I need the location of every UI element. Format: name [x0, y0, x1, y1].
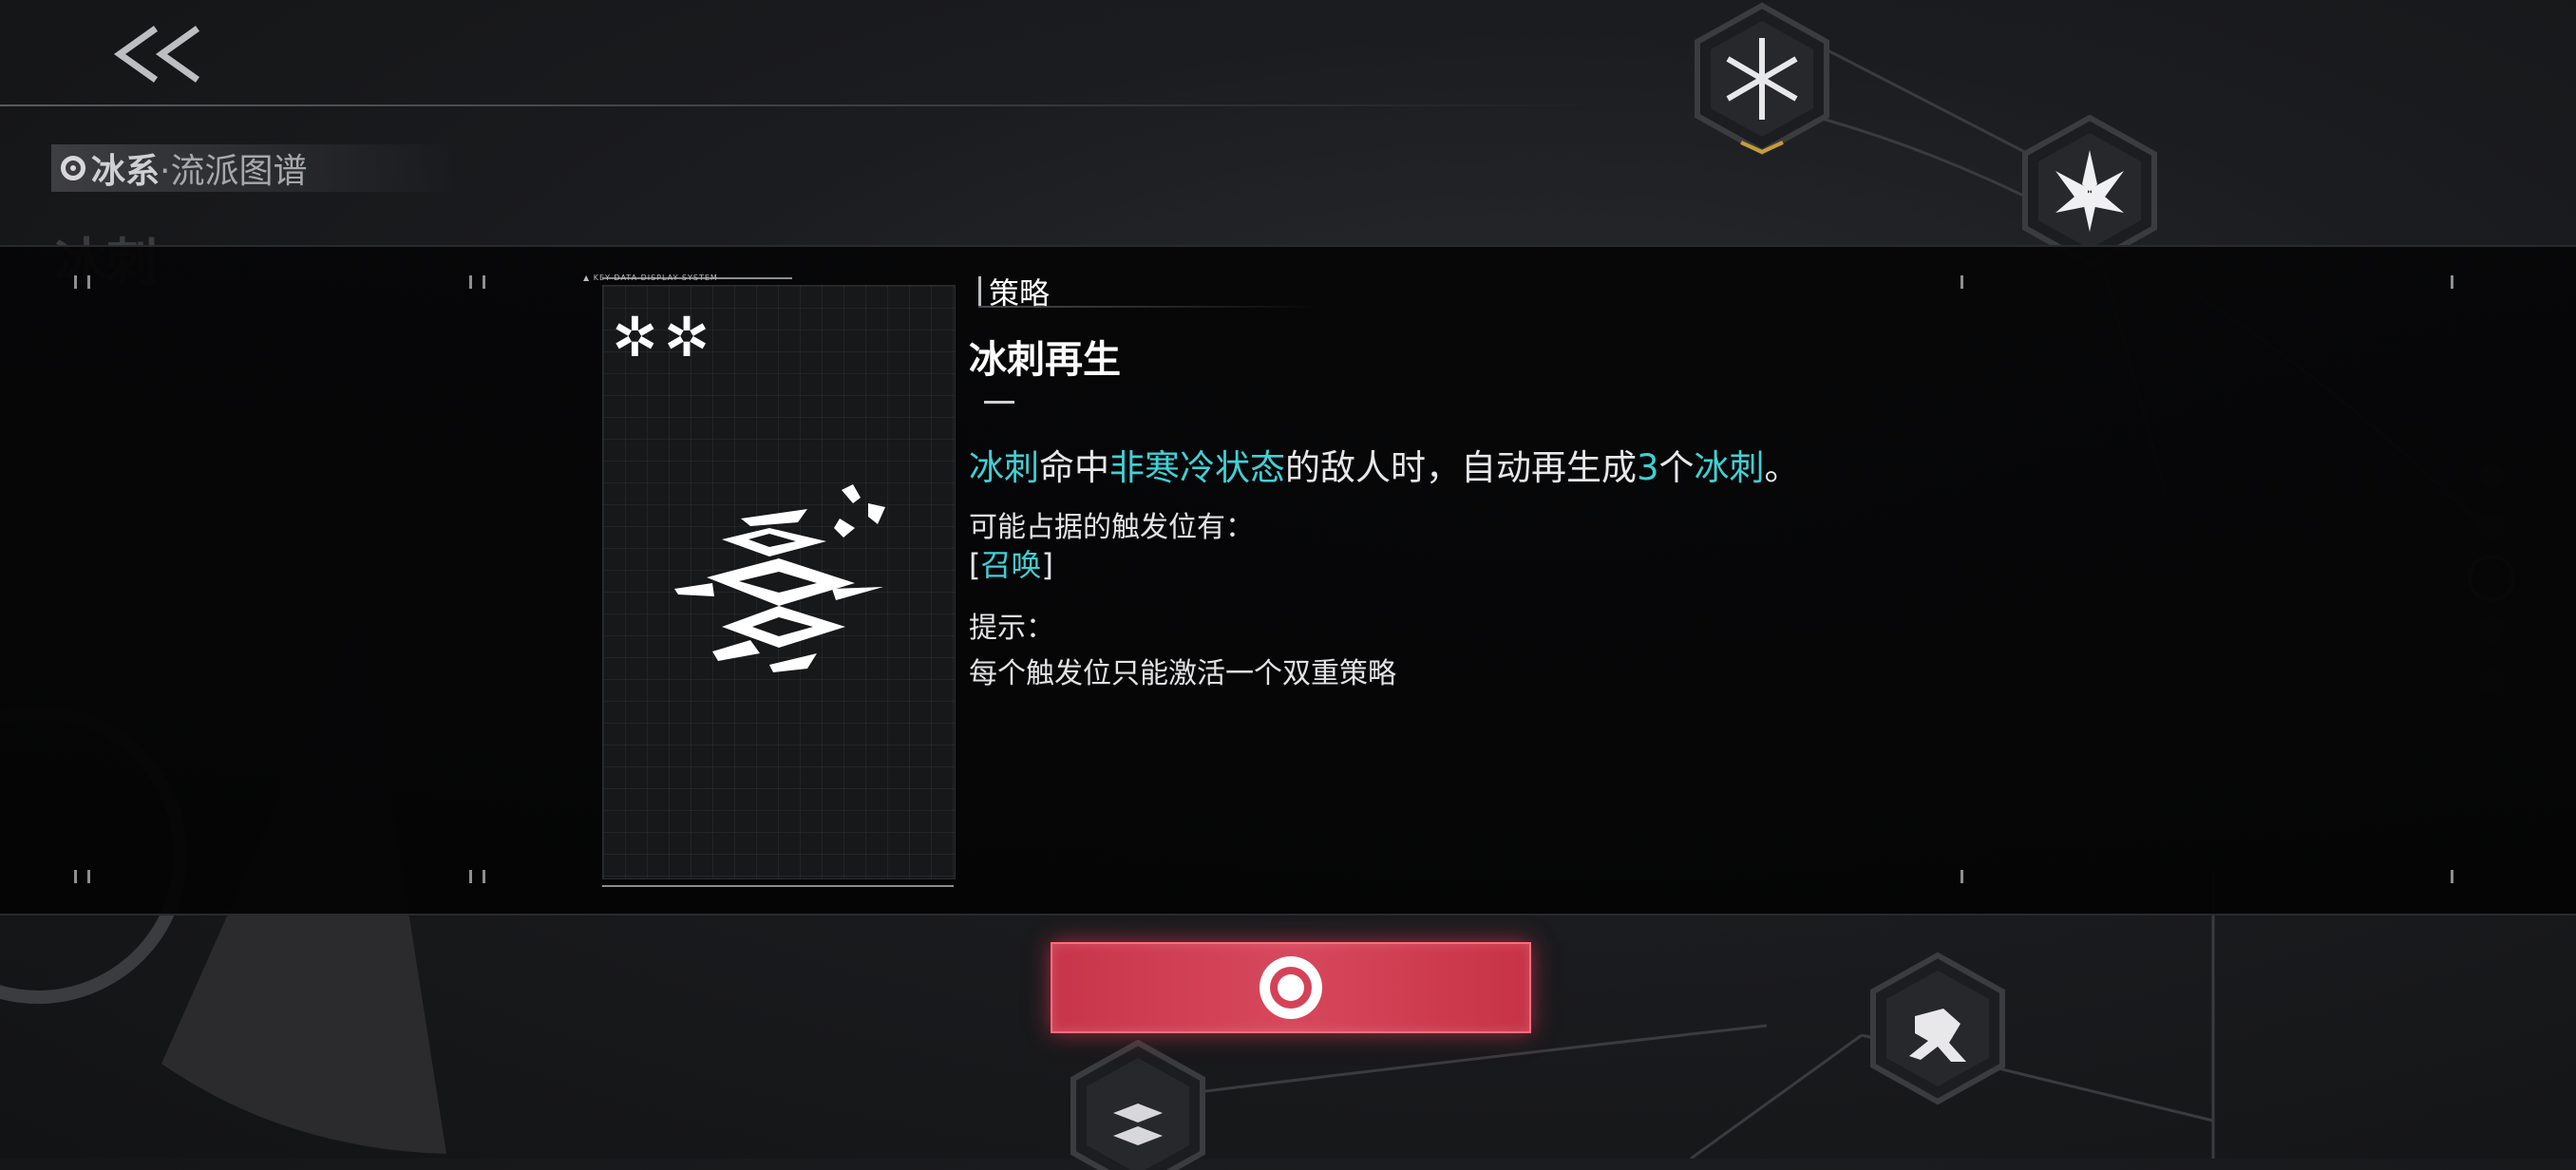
- desc-keyword: 非寒冷状态: [1109, 447, 1285, 488]
- section-underline: [978, 306, 1320, 308]
- ice-spike-regenerate-icon: [674, 484, 885, 672]
- panel-tick: [87, 870, 90, 883]
- strategy-description: 冰刺命中非寒冷状态的敌人时，自动再生成3个冰刺。: [969, 439, 1800, 490]
- trigger-bracket: ]: [1041, 547, 1053, 583]
- panel-tick: [2451, 275, 2453, 289]
- desc-keyword: 冰刺: [969, 447, 1039, 488]
- strategy-detail-panel: [0, 245, 2576, 915]
- strategy-name: 冰刺再生: [969, 338, 1121, 382]
- desc-text: 个: [1658, 447, 1695, 488]
- panel-tick: [74, 275, 77, 289]
- trigger-value: 召唤: [980, 547, 1042, 583]
- school-title-bar: 冰系 ·流派图谱: [51, 144, 460, 192]
- target-ring-icon: [1260, 956, 1322, 1019]
- hint-text: 每个触发位只能激活一个双重策略: [969, 657, 1396, 690]
- trigger-slot: [召唤]: [969, 541, 1053, 585]
- trigger-label: 可能占据的触发位有：: [969, 511, 1254, 544]
- card-caption: KEY DATA DISPLAY SYSTEM: [583, 274, 718, 282]
- panel-tick: [469, 275, 472, 289]
- panel-tick: [1960, 275, 1963, 289]
- panel-tick: [74, 870, 77, 883]
- title-dash: [984, 401, 1014, 404]
- panel-tick: [1960, 870, 1963, 883]
- snowflake-node-icon[interactable]: [1686, 0, 1838, 161]
- desc-text: 命中: [1039, 447, 1109, 488]
- card-bottom-line: [602, 885, 954, 887]
- back-button[interactable]: [106, 21, 211, 87]
- panel-tick: [483, 870, 485, 883]
- trigger-bracket: [: [969, 547, 981, 583]
- school-ring-icon: [61, 156, 85, 180]
- panel-tick: [469, 870, 472, 883]
- panel-tick: [2451, 870, 2453, 883]
- confirm-button[interactable]: [1051, 942, 1531, 1033]
- desc-number: 3: [1637, 447, 1659, 488]
- dash-node-icon[interactable]: [1862, 950, 2014, 1111]
- desc-text: 。: [1764, 447, 1800, 488]
- school-name: 冰系: [91, 152, 161, 191]
- school-subtitle: ·流派图谱: [160, 152, 308, 191]
- header-divider: [0, 104, 1615, 106]
- desc-keyword: 冰刺: [1694, 447, 1765, 488]
- hint-label: 提示：: [969, 612, 1054, 645]
- ice-node-icon[interactable]: [1062, 1037, 1214, 1170]
- panel-tick: [87, 275, 90, 289]
- double-chevron-left-icon: [113, 26, 200, 83]
- desc-text: 的敌人时，自动再生成: [1285, 447, 1637, 488]
- card-stars: ✲✲: [612, 305, 716, 369]
- panel-tick: [483, 275, 485, 289]
